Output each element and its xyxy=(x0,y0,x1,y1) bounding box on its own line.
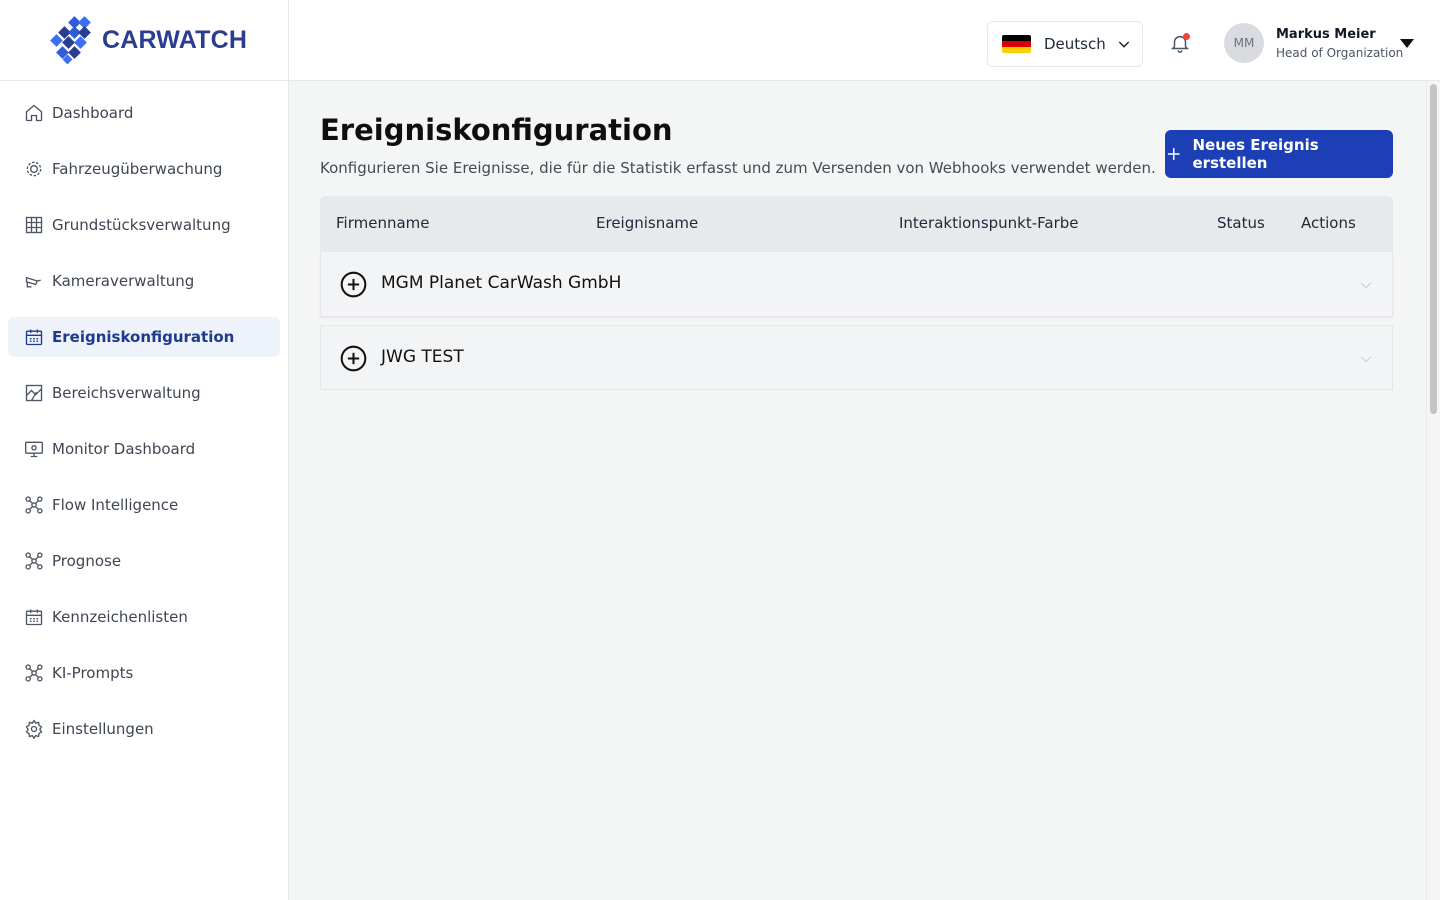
table-group-row[interactable]: MGM Planet CarWash GmbH xyxy=(320,252,1393,317)
carwatch-logo-icon xyxy=(50,16,91,64)
network-icon xyxy=(25,496,43,514)
sidebar-item-label: Kennzeichenlisten xyxy=(52,608,188,626)
sidebar-item-grundstuecksverwaltung[interactable]: Grundstücksverwaltung xyxy=(8,205,280,245)
notification-dot xyxy=(1183,33,1190,40)
sidebar-item-kennzeichenlisten[interactable]: Kennzeichenlisten xyxy=(8,597,280,637)
property-grid-icon xyxy=(25,216,43,234)
plus-icon xyxy=(1167,148,1180,160)
page-scrollbar[interactable] xyxy=(1426,81,1440,900)
sidebar-item-label: Ereigniskonfiguration xyxy=(52,328,235,346)
vehicle-monitor-icon xyxy=(26,161,42,177)
scrollbar-thumb[interactable] xyxy=(1430,84,1437,414)
sidebar-item-label: Fahrzeugüberwachung xyxy=(52,160,223,178)
column-header-interaktionspunkt-farbe[interactable]: Interaktionspunkt-Farbe xyxy=(899,214,1079,232)
sidebar-item-einstellungen[interactable]: Einstellungen xyxy=(8,709,280,749)
sidebar-item-label: Kameraverwaltung xyxy=(52,272,195,290)
column-header-actions: Actions xyxy=(1301,214,1356,232)
network-icon xyxy=(25,552,43,570)
sidebar-item-label: Einstellungen xyxy=(52,720,154,738)
sidebar-item-fahrzeugueberwachung[interactable]: Fahrzeugüberwachung xyxy=(8,149,280,189)
top-header: Deutsch MM Markus Meier Head of Organiza… xyxy=(289,0,1440,81)
expand-plus-circle-icon[interactable] xyxy=(340,271,367,298)
table-header: Firmenname Ereignisname Interaktionspunk… xyxy=(320,196,1393,252)
sidebar-item-flow-intelligence[interactable]: Flow Intelligence xyxy=(8,485,280,525)
home-icon xyxy=(25,104,43,122)
page-subtitle: Konfigurieren Sie Ereignisse, die für di… xyxy=(320,159,1156,177)
events-table: Firmenname Ereignisname Interaktionspunk… xyxy=(320,196,1393,390)
chevron-down-icon xyxy=(1118,41,1129,48)
page-title: Ereigniskonfiguration xyxy=(320,113,673,147)
chevron-down-icon[interactable] xyxy=(1358,277,1374,293)
chevron-down-icon[interactable] xyxy=(1358,351,1374,367)
sidebar-item-label: Grundstücksverwaltung xyxy=(52,216,231,234)
sidebar-item-label: Dashboard xyxy=(52,104,134,122)
sidebar-nav: Dashboard Fahrzeugüberwachung Grundstück… xyxy=(0,81,288,749)
group-company-name: MGM Planet CarWash GmbH xyxy=(381,273,622,293)
column-header-ereignisname[interactable]: Ereignisname xyxy=(596,214,698,232)
main-content: Ereigniskonfiguration Konfigurieren Sie … xyxy=(289,81,1426,900)
column-header-status[interactable]: Status xyxy=(1217,214,1265,232)
calendar-icon xyxy=(25,609,43,626)
column-header-firmenname[interactable]: Firmenname xyxy=(336,214,430,232)
sidebar-item-label: Prognose xyxy=(52,552,122,570)
sidebar-item-label: Flow Intelligence xyxy=(52,496,179,514)
gear-icon xyxy=(25,719,43,739)
caret-down-icon[interactable] xyxy=(1399,37,1415,49)
group-company-name: JWG TEST xyxy=(381,347,464,367)
sidebar-item-label: KI-Prompts xyxy=(52,664,134,682)
area-map-icon xyxy=(25,384,43,402)
brand-name: CARWATCH xyxy=(102,25,248,54)
sidebar-item-monitor-dashboard[interactable]: Monitor Dashboard xyxy=(8,429,280,469)
expand-plus-circle-icon[interactable] xyxy=(340,345,367,372)
new-event-button[interactable]: Neues Ereignis erstellen xyxy=(1165,130,1393,178)
sidebar-item-dashboard[interactable]: Dashboard xyxy=(8,93,280,133)
language-label: Deutsch xyxy=(1044,35,1106,53)
network-icon xyxy=(25,664,43,682)
sidebar-item-ereigniskonfiguration[interactable]: Ereigniskonfiguration xyxy=(8,317,280,357)
language-select[interactable]: Deutsch xyxy=(987,21,1143,67)
sidebar-item-prognose[interactable]: Prognose xyxy=(8,541,280,581)
monitor-icon xyxy=(25,441,43,458)
camera-icon xyxy=(25,276,41,288)
de-flag-icon xyxy=(1002,35,1031,53)
new-event-button-label: Neues Ereignis erstellen xyxy=(1192,136,1319,172)
sidebar-item-bereichsverwaltung[interactable]: Bereichsverwaltung xyxy=(8,373,280,413)
sidebar-item-label: Monitor Dashboard xyxy=(52,440,196,458)
sidebar: CARWATCH Dashboard Fahrzeugüberwachung G… xyxy=(0,0,289,900)
avatar[interactable]: MM xyxy=(1224,23,1264,63)
sidebar-item-ki-prompts[interactable]: KI-Prompts xyxy=(8,653,280,693)
user-name: Markus Meier xyxy=(1276,27,1376,42)
sidebar-item-label: Bereichsverwaltung xyxy=(52,384,201,402)
sidebar-item-kameraverwaltung[interactable]: Kameraverwaltung xyxy=(8,261,280,301)
calendar-icon xyxy=(25,329,43,346)
logo[interactable]: CARWATCH xyxy=(0,0,288,81)
table-group-row[interactable]: JWG TEST xyxy=(320,325,1393,390)
user-role: Head of Organization xyxy=(1276,46,1404,60)
